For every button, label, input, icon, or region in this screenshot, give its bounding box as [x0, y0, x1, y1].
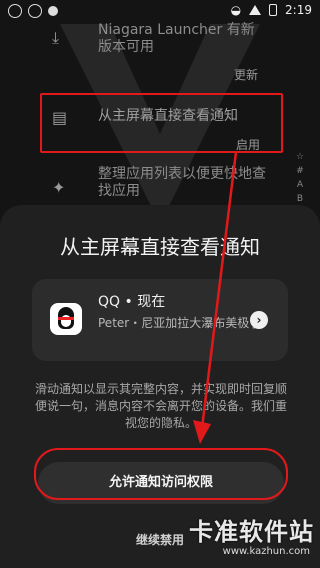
highlight-box	[40, 93, 283, 153]
watermark: 卡准软件站 www.kazhun.com	[168, 510, 316, 568]
download-icon: ⤓	[52, 28, 60, 47]
sheet-title: 从主屏幕直接查看通知	[60, 235, 260, 259]
qq-icon	[50, 303, 82, 335]
notification-body: Peter・尼亚加拉大瀑布美极了!	[98, 316, 267, 330]
alphabet-letter[interactable]: B	[294, 192, 306, 206]
chevron-right-icon: ›	[250, 311, 268, 329]
sheet-description: 滑动通知以显示其完整内容，并实现即时回复顺便说一句，消息内容不会离开您的设备。我…	[34, 382, 287, 430]
notification-title: QQ • 现在	[98, 294, 166, 310]
organize-text: 整理应用列表以便更快地查找应用	[98, 166, 266, 199]
update-text: Niagara Launcher 有新版本可用	[98, 22, 255, 55]
watermark-name: 卡准软件站	[189, 518, 314, 546]
alphabet-index[interactable]: ☆ # A B	[294, 150, 306, 206]
app-notification-icon	[8, 4, 22, 18]
organize-row[interactable]: ✦ 整理应用列表以便更快地查找应用	[0, 162, 320, 202]
button-highlight-box	[34, 448, 288, 500]
wifi-icon: ◒	[230, 3, 242, 17]
clock: 2:19	[285, 3, 312, 17]
signal-icon	[249, 5, 262, 15]
dot-icon	[48, 6, 58, 16]
sparkle-icon: ✦	[52, 178, 66, 197]
battery-icon	[269, 4, 278, 16]
app-notification-icon	[28, 4, 42, 18]
sample-notification: QQ • 现在 Peter・尼亚加拉大瀑布美极了! ›	[32, 279, 288, 361]
update-row[interactable]: ⤓ Niagara Launcher 有新版本可用 更新	[0, 18, 320, 88]
alphabet-letter[interactable]: A	[294, 178, 306, 192]
alphabet-letter[interactable]: ☆	[294, 150, 306, 164]
update-button[interactable]: 更新	[234, 66, 258, 83]
alphabet-letter[interactable]: #	[294, 164, 306, 178]
watermark-url: www.kazhun.com	[222, 546, 310, 557]
